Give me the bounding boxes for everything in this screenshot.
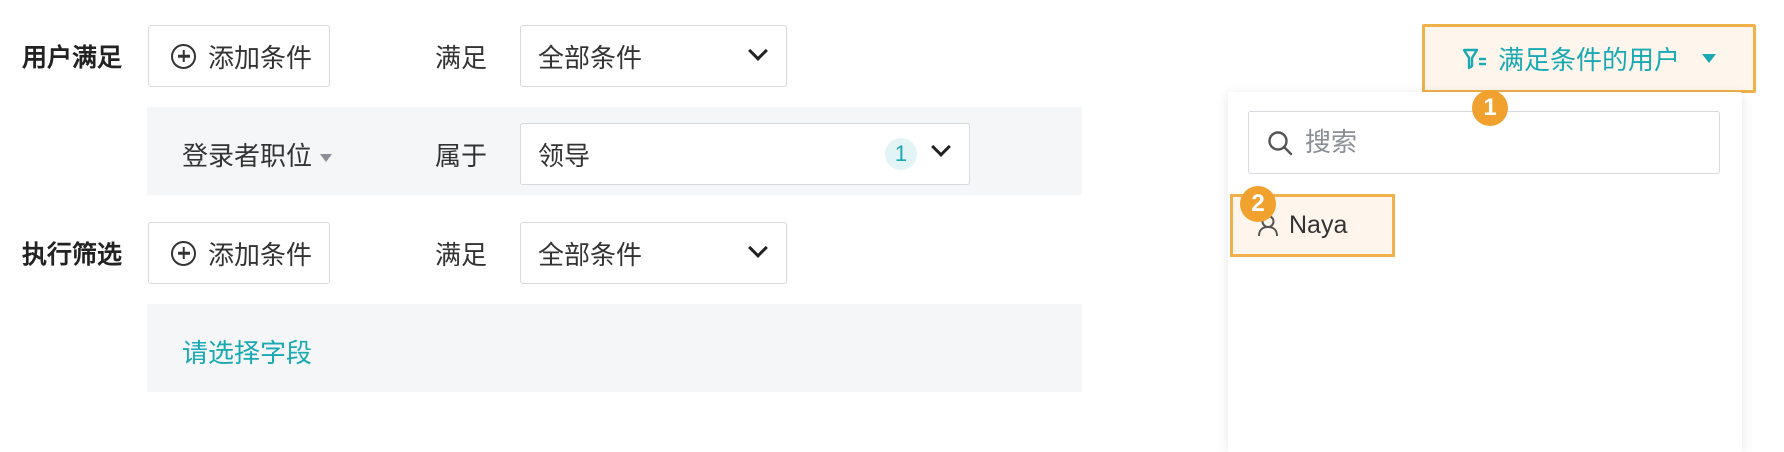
add-condition-label: 添加条件 [208,42,313,73]
matched-users-label: 满足条件的用户 [1497,45,1680,75]
caret-down-icon [1702,54,1716,63]
add-circle-icon [171,240,196,266]
add-filter-condition-button[interactable]: 添加条件 [148,222,330,284]
satisfy-select[interactable]: 全部条件 [520,25,787,87]
user-search-input[interactable] [1305,127,1685,158]
filter-icon [1462,48,1486,69]
chevron-down-icon [748,238,768,258]
add-condition-label: 添加条件 [208,239,313,270]
exec-filter-label: 执行筛选 [22,241,123,269]
matched-users-dropdown: Naya [1228,92,1742,452]
condition-value: 领导 [538,140,591,171]
chevron-down-icon [748,41,768,61]
condition-field-label: 登录者职位 [182,141,313,171]
caret-down-icon [320,154,333,163]
user-name: Naya [1289,211,1348,239]
filter-satisfy-select[interactable]: 全部条件 [520,222,787,284]
selected-count-badge: 1 [885,138,917,170]
filter-satisfy-label: 满足 [435,240,488,270]
add-condition-button[interactable]: 添加条件 [148,25,330,87]
step-badge-1: 1 [1472,90,1508,126]
satisfy-label: 满足 [435,43,488,73]
condition-operator: 属于 [435,141,488,171]
select-field-link[interactable]: 请选择字段 [182,333,312,370]
step-badge-2: 2 [1240,186,1276,222]
condition-field-select[interactable]: 登录者职位 [182,136,333,173]
add-circle-icon [171,43,196,69]
satisfy-select-value: 全部条件 [538,42,643,73]
matched-users-button[interactable]: 满足条件的用户 [1422,24,1756,93]
chevron-down-icon [931,137,951,157]
condition-value-select[interactable]: 领导 1 [520,123,970,185]
filter-satisfy-select-value: 全部条件 [538,239,643,270]
search-icon [1268,130,1293,155]
user-match-label: 用户满足 [22,44,123,72]
